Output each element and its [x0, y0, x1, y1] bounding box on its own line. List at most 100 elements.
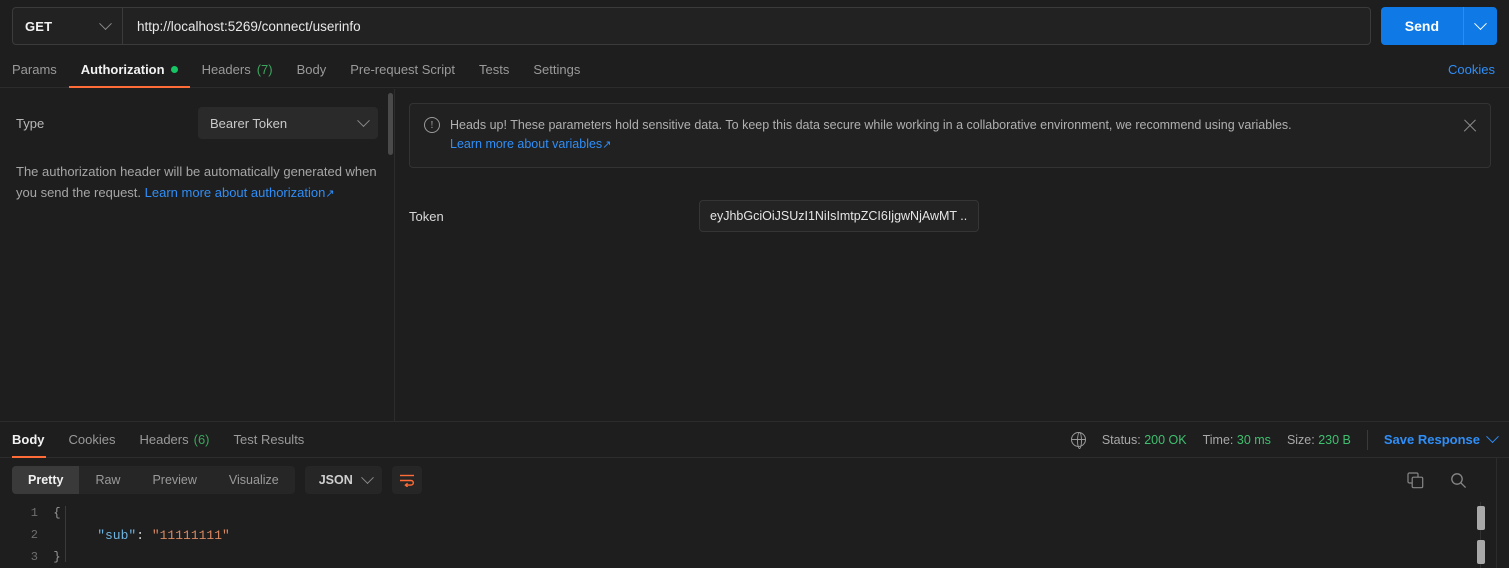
response-format-dropdown[interactable]: JSON: [304, 466, 382, 494]
auth-type-dropdown[interactable]: Bearer Token: [198, 107, 378, 139]
search-button[interactable]: [1450, 472, 1467, 489]
code-scrollbar-thumb-lower[interactable]: [1477, 540, 1485, 564]
response-meta: Status: 200 OK Time: 30 ms Size: 230 B S…: [1070, 422, 1499, 457]
sensitive-data-banner: ! Heads up! These parameters hold sensit…: [409, 103, 1491, 168]
view-mode-pretty[interactable]: Pretty: [12, 466, 80, 494]
size-label: Size:: [1286, 432, 1315, 447]
url-input[interactable]: [123, 8, 1370, 44]
chevron-down-icon: [1486, 430, 1499, 444]
time-label: Time:: [1202, 432, 1234, 447]
chevron-down-icon: [360, 470, 374, 484]
auth-type-row: Type Bearer Token: [16, 107, 378, 139]
response-tab-test-results[interactable]: Test Results: [222, 422, 317, 457]
json-key: "sub": [66, 527, 137, 543]
tab-label: Settings: [533, 62, 581, 77]
globe-icon: [1070, 431, 1086, 449]
token-value: eyJhbGciOiJSUzI1NiIsImtpZCI6IjgwNjAwMT .…: [710, 209, 968, 223]
tab-headers[interactable]: Headers (7): [190, 52, 285, 87]
tab-label: Pre-request Script: [350, 62, 455, 77]
response-body-code[interactable]: 1 { 2 "sub": "11111111" 3 }: [0, 502, 1509, 568]
send-button[interactable]: Send: [1380, 7, 1463, 45]
http-method-dropdown[interactable]: GET: [13, 8, 123, 44]
code-line: 1 {: [0, 502, 1509, 524]
fold-marker[interactable]: }: [48, 550, 66, 564]
auth-config-panel: Type Bearer Token The authorization head…: [0, 89, 395, 421]
size-value: 230 B: [1318, 432, 1351, 447]
close-icon[interactable]: [1462, 118, 1478, 134]
authorization-pane: Type Bearer Token The authorization head…: [0, 89, 1509, 421]
tab-label: Cookies: [68, 432, 116, 447]
auth-type-label: Type: [16, 115, 45, 131]
tab-params[interactable]: Params: [12, 52, 69, 87]
status-dot-icon: [170, 66, 178, 73]
tab-label: Body: [296, 62, 327, 77]
time-value: 30 ms: [1236, 432, 1271, 447]
size-group: Size: 230 B: [1287, 433, 1351, 447]
response-view-toolbar: Pretty Raw Preview Visualize JSON: [0, 458, 1509, 502]
tab-label: Body: [12, 432, 45, 447]
chevron-down-icon: [1474, 16, 1487, 30]
token-label: Token: [409, 208, 444, 224]
tab-body[interactable]: Body: [285, 52, 339, 87]
status-value: 200 OK: [1144, 432, 1187, 447]
info-icon: !: [424, 117, 440, 133]
view-mode-segmented-control: Pretty Raw Preview Visualize: [12, 466, 295, 494]
json-string-value: "11111111": [151, 527, 230, 543]
chevron-down-icon: [99, 16, 112, 30]
response-tab-bar: Body Cookies Headers (6) Test Results St…: [0, 421, 1509, 458]
word-wrap-icon: [399, 474, 414, 487]
status-label: Status:: [1101, 432, 1141, 447]
auth-detail-panel: ! Heads up! These parameters hold sensit…: [395, 89, 1509, 421]
send-options-dropdown[interactable]: [1463, 7, 1497, 45]
request-tab-bar: Params Authorization Headers (7) Body Pr…: [0, 52, 1509, 88]
response-tab-cookies[interactable]: Cookies: [57, 422, 128, 457]
line-number: 3: [30, 550, 38, 564]
view-mode-preview[interactable]: Preview: [136, 466, 212, 494]
view-mode-raw[interactable]: Raw: [79, 466, 136, 494]
url-field-group: GET: [12, 7, 1371, 45]
response-format-value: JSON: [318, 473, 353, 487]
save-response-button[interactable]: Save Response: [1383, 430, 1499, 447]
auth-help-text: The authorization header will be automat…: [16, 161, 378, 205]
chevron-down-icon: [357, 113, 370, 127]
response-tab-body[interactable]: Body: [12, 422, 57, 458]
code-line: 2 "sub": "11111111": [0, 524, 1509, 546]
tab-badge: (7): [256, 62, 273, 77]
tab-label: Authorization: [80, 62, 165, 77]
tab-label: Tests: [479, 62, 510, 77]
learn-more-variables-link[interactable]: Learn more about variables: [450, 137, 602, 151]
banner-message: Heads up! These parameters hold sensitiv…: [450, 118, 1292, 132]
line-number: 2: [30, 528, 38, 542]
request-url-bar: GET Send: [0, 0, 1509, 52]
tab-tests[interactable]: Tests: [467, 52, 521, 87]
code-text: "sub": "11111111": [66, 528, 230, 543]
copy-button[interactable]: [1407, 471, 1424, 489]
fold-marker[interactable]: {: [48, 506, 66, 520]
response-tab-headers[interactable]: Headers (6): [127, 422, 221, 457]
view-mode-visualize[interactable]: Visualize: [213, 466, 295, 494]
auth-type-value: Bearer Token: [210, 115, 288, 131]
tab-label: Headers: [201, 62, 251, 77]
tab-pre-request-script[interactable]: Pre-request Script: [338, 52, 467, 87]
tab-label: Headers: [139, 432, 189, 447]
tab-badge: (6): [193, 432, 210, 447]
http-method-label: GET: [25, 18, 53, 34]
token-input[interactable]: eyJhbGciOiJSUzI1NiIsImtpZCI6IjgwNjAwMT .…: [699, 200, 979, 232]
status-group: Status: 200 OK: [1102, 433, 1187, 447]
tab-label: Params: [12, 62, 57, 77]
code-scrollbar-thumb-upper[interactable]: [1477, 506, 1485, 530]
banner-text-block: Heads up! These parameters hold sensitiv…: [450, 116, 1292, 155]
tab-label: Test Results: [233, 432, 305, 447]
cookies-link[interactable]: Cookies: [1448, 52, 1497, 87]
auth-panel-scrollbar[interactable]: [388, 93, 393, 155]
learn-more-authorization-link[interactable]: Learn more about authorization: [145, 185, 326, 200]
tab-settings[interactable]: Settings: [521, 52, 592, 87]
response-action-icons: [1407, 471, 1497, 489]
tab-authorization[interactable]: Authorization: [68, 52, 190, 88]
time-group: Time: 30 ms: [1203, 433, 1271, 447]
code-line: 3 }: [0, 546, 1509, 568]
line-number: 1: [30, 506, 38, 520]
word-wrap-toggle[interactable]: [391, 466, 422, 494]
send-button-group: Send: [1380, 7, 1497, 45]
save-response-label: Save Response: [1383, 432, 1480, 447]
